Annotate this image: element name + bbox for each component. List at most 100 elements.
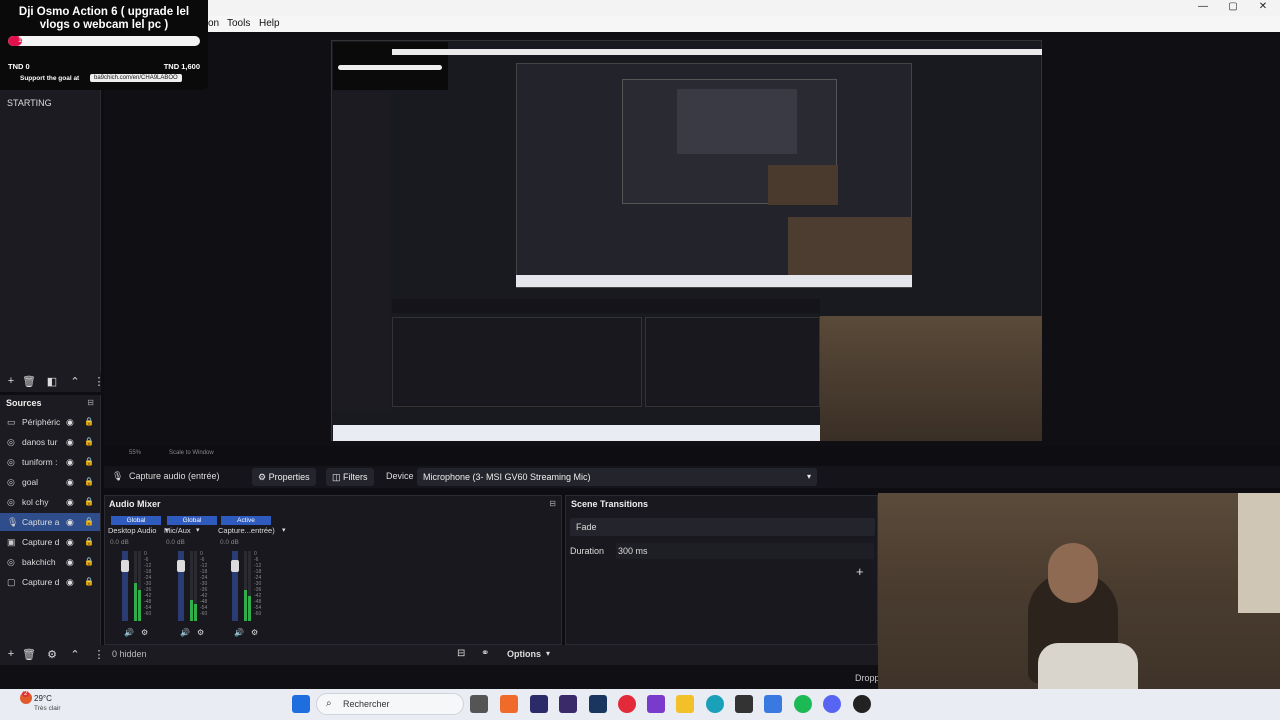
weather-temp: 29°C <box>34 694 52 703</box>
lock-icon[interactable]: 🔒 <box>84 473 94 491</box>
channel-db: 0.0 dB <box>220 539 239 546</box>
channel-settings-icon[interactable]: ⚙ <box>141 628 148 637</box>
speaker-icon[interactable]: 🔊 <box>234 628 244 637</box>
source-item[interactable]: 🎙 Capture a ◉ 🔒 <box>0 513 100 531</box>
speaker-icon[interactable]: 🔊 <box>124 628 134 637</box>
globe-icon: ◎ <box>7 557 15 567</box>
store-icon[interactable] <box>647 695 665 713</box>
move-up-icon[interactable]: ⌃ <box>68 648 82 661</box>
windows-start-icon[interactable] <box>292 695 310 713</box>
more-icon[interactable]: ⋮ <box>92 648 106 661</box>
opera-icon[interactable] <box>618 695 636 713</box>
channel-name: Capture...entrée) <box>218 526 275 535</box>
channel-settings-icon[interactable]: ⚙ <box>197 628 204 637</box>
chevron-down-icon[interactable]: ▾ <box>196 526 200 534</box>
scene-transitions-title: Scene Transitions <box>571 499 649 509</box>
channel-db: 0.0 dB <box>110 539 129 546</box>
after-effects-icon[interactable] <box>559 695 577 713</box>
source-item[interactable]: ◎ danos tur ◉ 🔒 <box>0 433 100 451</box>
goal-current-amount: TND 0 <box>8 62 30 71</box>
source-settings-icon[interactable]: ⚙ <box>45 648 59 661</box>
lock-icon[interactable]: 🔒 <box>84 533 94 551</box>
visibility-eye-icon[interactable]: ◉ <box>66 573 74 591</box>
visibility-eye-icon[interactable]: ◉ <box>66 533 74 551</box>
task-view-icon[interactable] <box>470 695 488 713</box>
layout-icon[interactable]: ⊟ <box>457 648 465 659</box>
undock-icon[interactable]: ⊟ <box>87 398 94 407</box>
add-source-icon[interactable]: + <box>4 648 18 660</box>
visibility-eye-icon[interactable]: ◉ <box>66 513 74 531</box>
more-icon[interactable]: ⋮ <box>92 375 106 388</box>
device-select[interactable]: Microphone (3- MSI GV60 Streaming Mic) ▾ <box>417 468 817 486</box>
add-scene-icon[interactable]: + <box>4 375 18 387</box>
undock-icon[interactable]: ⊟ <box>549 499 556 508</box>
scenes-toolbar: + 🗑 ◧ ⌃ ⋮ <box>0 372 105 392</box>
preview-canvas[interactable] <box>331 40 1042 441</box>
sources-panel: Sources ⊟ ▭ Périphéric ◉ 🔒 ◎ danos tur ◉ 🔒 ◎ tuni… <box>0 395 101 665</box>
chevron-down-icon[interactable]: ▾ <box>282 526 286 534</box>
source-item[interactable]: ◎ kol chy ◉ 🔒 <box>0 493 100 511</box>
app-icon[interactable] <box>764 695 782 713</box>
taskbar-search[interactable]: ⌕ Rechercher <box>316 693 464 715</box>
options-button[interactable]: Options <box>507 649 541 659</box>
source-item[interactable]: ▢ Capture d ◉ 🔒 <box>0 573 100 591</box>
close-button[interactable]: ✕ <box>1248 0 1278 16</box>
fader-knob[interactable] <box>177 559 185 572</box>
source-item[interactable]: ◎ goal ◉ 🔒 <box>0 473 100 491</box>
move-up-icon[interactable]: ⌃ <box>68 375 82 388</box>
scale-mode[interactable]: Scale to Window <box>169 450 214 456</box>
visibility-eye-icon[interactable]: ◉ <box>66 473 74 491</box>
obs-icon[interactable] <box>853 695 871 713</box>
channel-settings-icon[interactable]: ⚙ <box>251 628 258 637</box>
menu-item-tools[interactable]: Tools <box>227 18 250 29</box>
menu-item-partial[interactable]: on <box>208 18 219 29</box>
fader-knob[interactable] <box>121 559 129 572</box>
filters-button[interactable]: ◫ Filters <box>326 468 374 486</box>
brave-icon[interactable] <box>500 695 518 713</box>
speaker-icon[interactable]: 🔊 <box>180 628 190 637</box>
lock-icon[interactable]: 🔒 <box>84 513 94 531</box>
lock-icon[interactable]: 🔒 <box>84 573 94 591</box>
lock-icon[interactable]: 🔒 <box>84 553 94 571</box>
source-item[interactable]: ▣ Capture d ◉ 🔒 <box>0 533 100 551</box>
nested-menu-bar <box>392 49 1042 55</box>
remove-scene-icon[interactable]: 🗑 <box>22 375 36 388</box>
device-label: Device <box>386 471 414 481</box>
calculator-icon[interactable] <box>735 695 753 713</box>
minimize-button[interactable]: — <box>1188 0 1218 16</box>
visibility-eye-icon[interactable]: ◉ <box>66 553 74 571</box>
spotify-icon[interactable] <box>794 695 812 713</box>
filter-scene-icon[interactable]: ◧ <box>45 375 59 388</box>
photoshop-icon[interactable] <box>589 695 607 713</box>
globe-icon: ◎ <box>7 497 15 507</box>
visibility-eye-icon[interactable]: ◉ <box>66 413 74 431</box>
bottom-toolbar: + 🗑 ⚙ ⌃ ⋮ 0 hidden ⊟ ⚭ Options ▾ <box>0 645 878 665</box>
discord-icon[interactable] <box>823 695 841 713</box>
file-explorer-icon[interactable] <box>676 695 694 713</box>
transition-type-select[interactable]: Fade <box>570 518 875 536</box>
lock-icon[interactable]: 🔒 <box>84 453 94 471</box>
menu-item-help[interactable]: Help <box>259 18 280 29</box>
lock-icon[interactable]: 🔒 <box>84 413 94 431</box>
windows-taskbar: 2 29°C Très clair ⌕ Rechercher <box>0 689 1280 720</box>
premiere-icon[interactable] <box>530 695 548 713</box>
duration-input[interactable]: 300 ms <box>616 543 874 559</box>
source-item[interactable]: ▭ Périphéric ◉ 🔒 <box>0 413 100 431</box>
goal-support-text: Support the goal at <box>20 75 80 82</box>
link-icon[interactable]: ⚭ <box>481 648 489 659</box>
maximize-button[interactable]: ▢ <box>1218 0 1248 16</box>
source-item[interactable]: ◎ bakchich ◉ 🔒 <box>0 553 100 571</box>
source-item[interactable]: ◎ tuniform : ◉ 🔒 <box>0 453 100 471</box>
fader-knob[interactable] <box>231 559 239 572</box>
add-transition-button[interactable]: + <box>856 564 864 579</box>
lock-icon[interactable]: 🔒 <box>84 433 94 451</box>
edge-icon[interactable] <box>706 695 724 713</box>
zoom-level[interactable]: 55% <box>129 450 141 456</box>
scene-item-starting[interactable]: STARTING <box>7 98 52 108</box>
visibility-eye-icon[interactable]: ◉ <box>66 433 74 451</box>
visibility-eye-icon[interactable]: ◉ <box>66 493 74 511</box>
visibility-eye-icon[interactable]: ◉ <box>66 453 74 471</box>
properties-button[interactable]: ⚙ Properties <box>252 468 316 486</box>
lock-icon[interactable]: 🔒 <box>84 493 94 511</box>
remove-source-icon[interactable]: 🗑 <box>22 648 36 661</box>
